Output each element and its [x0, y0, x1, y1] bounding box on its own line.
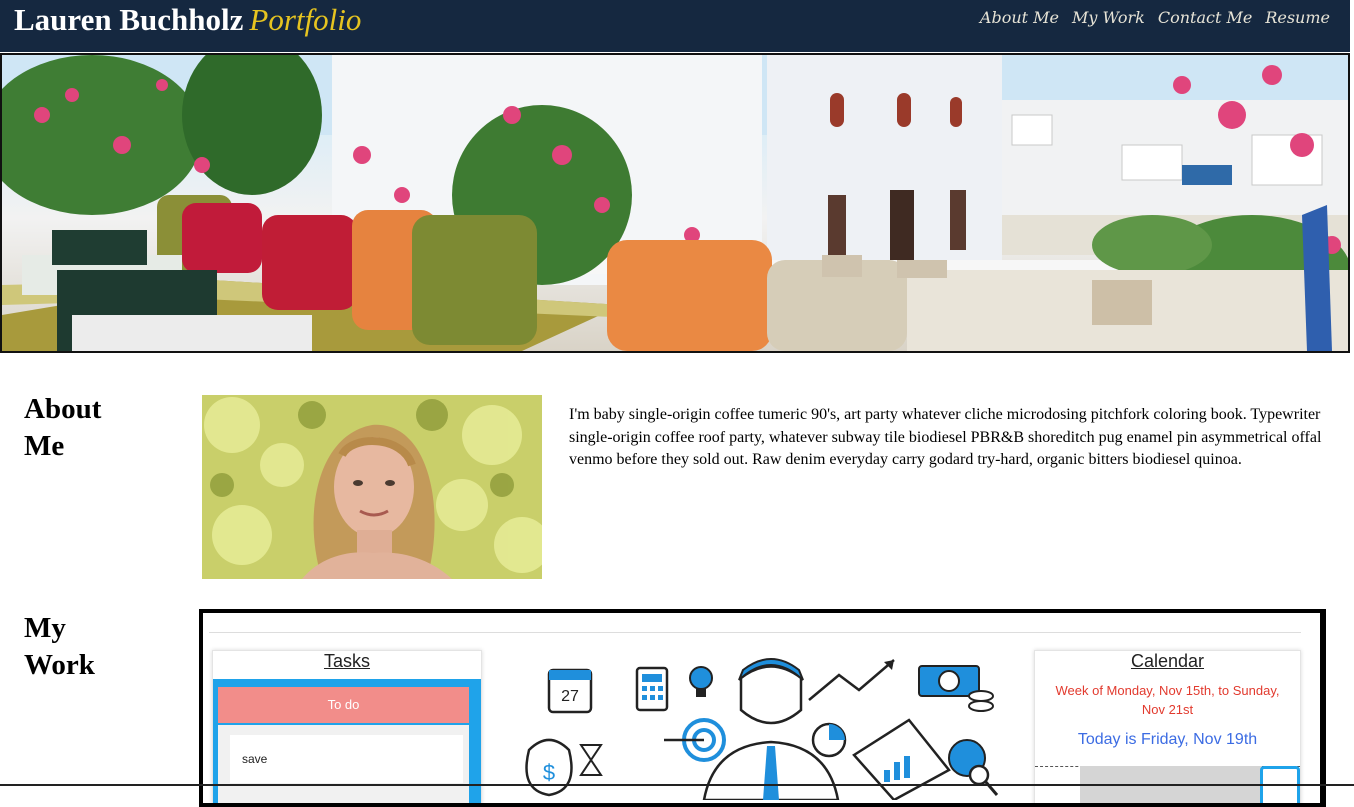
work-screenshot-content: Tasks To do save 27 $ Calendar Week of M…	[209, 613, 1305, 803]
calendar-week-range: Week of Monday, Nov 15th, to Sunday, Nov…	[1055, 683, 1280, 717]
todo-header: To do	[218, 687, 469, 723]
work-illustration: 27 $	[509, 650, 1009, 803]
site-header: Lauren Buchholz Portfolio About Me My Wor…	[0, 0, 1350, 52]
site-title-name: Lauren Buchholz	[14, 2, 244, 37]
work-heading-line2: Work	[24, 649, 95, 681]
calendar-title: Calendar	[1130, 651, 1205, 671]
business-illustration-icon: 27 $	[525, 658, 999, 802]
site-title-accent: Portfolio	[249, 2, 362, 37]
profile-photo	[202, 395, 542, 579]
about-heading-line1: About	[24, 393, 102, 425]
todo-list: save	[218, 725, 469, 803]
hero-illustration	[2, 55, 1348, 351]
work-heading-line1: My	[24, 612, 66, 644]
about-heading: About Me	[24, 391, 144, 465]
calendar-time-block	[1080, 766, 1262, 803]
about-heading-line2: Me	[24, 430, 65, 462]
tasks-title: Tasks	[323, 651, 370, 671]
nav-link-about-me[interactable]: About Me	[980, 8, 1059, 27]
about-text: I'm baby single-origin coffee tumeric 90…	[569, 406, 1322, 468]
nav-link-contact-me[interactable]: Contact Me	[1158, 8, 1252, 27]
work-heading: My Work	[24, 610, 144, 684]
nav-link-resume[interactable]: Resume	[1265, 8, 1330, 27]
illustration-calendar-day: 27	[561, 688, 579, 705]
calendar-today: Today is Friday, Nov 19th	[1077, 731, 1258, 748]
tasks-column: To do save	[213, 679, 481, 803]
work-project-screenshot[interactable]: Tasks To do save 27 $ Calendar Week of M…	[199, 609, 1326, 807]
profile-photo-illustration	[202, 395, 542, 579]
svg-text:$: $	[543, 760, 555, 785]
main-nav: About Me My Work Contact Me Resume	[980, 8, 1330, 27]
nav-link-my-work[interactable]: My Work	[1072, 8, 1145, 27]
task-card: save	[230, 735, 463, 783]
site-title[interactable]: Lauren Buchholz Portfolio	[14, 2, 361, 38]
calendar-save-button	[1260, 766, 1300, 803]
hero-image	[0, 53, 1350, 353]
work-screenshot-divider	[209, 632, 1301, 633]
